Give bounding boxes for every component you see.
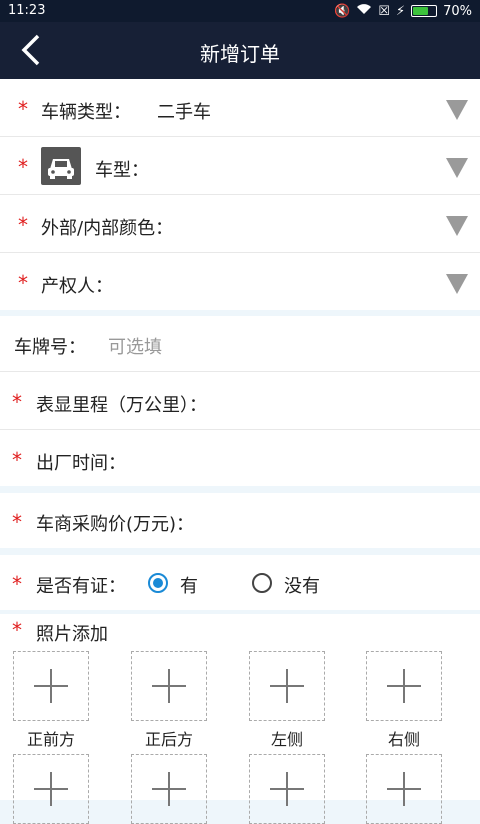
plus-icon — [152, 772, 186, 806]
page-title: 新增订单 — [200, 42, 280, 66]
photo-add-right[interactable] — [366, 651, 442, 721]
car-model-row[interactable]: * 车型： — [0, 137, 480, 195]
status-bar: 11:23 🔇 ☒ ⚡ 70% — [0, 0, 480, 22]
status-icons: 🔇 ☒ ⚡ 70% — [334, 3, 472, 19]
photo-add-slot[interactable] — [13, 754, 89, 824]
dropdown-arrow-icon[interactable] — [446, 158, 468, 178]
photo-caption-right: 右侧 — [387, 730, 420, 749]
color-row[interactable]: * 外部/内部颜色： — [0, 195, 480, 253]
plus-icon — [34, 772, 68, 806]
status-time: 11:23 — [8, 3, 46, 18]
plate-label: 车牌号： — [14, 337, 86, 358]
required-mark: * — [12, 510, 22, 534]
photo-add-slot[interactable] — [366, 754, 442, 824]
navbar: 新增订单 — [0, 22, 480, 79]
photo-add-front[interactable] — [13, 651, 89, 721]
photo-title: 照片添加 — [36, 624, 108, 645]
owner-row[interactable]: * 产权人： — [0, 253, 480, 310]
mileage-label: 表显里程（万公里）： — [36, 395, 207, 416]
plus-icon — [270, 772, 304, 806]
factory-date-row[interactable]: * 出厂时间： — [0, 430, 480, 486]
required-mark: * — [18, 155, 28, 179]
radio-no-label: 没有 — [284, 576, 320, 597]
wifi-icon — [356, 3, 372, 19]
certificate-row: * 是否有证： 有 没有 — [0, 555, 480, 610]
plus-icon — [387, 772, 421, 806]
required-mark: * — [18, 271, 28, 295]
vehicle-type-label: 车辆类型： — [41, 102, 131, 123]
radio-yes-label: 有 — [180, 576, 198, 597]
photo-caption-left: 左侧 — [270, 730, 303, 749]
car-icon — [41, 147, 81, 185]
plus-icon — [34, 669, 68, 703]
required-mark: * — [12, 448, 22, 472]
radio-no[interactable] — [252, 573, 272, 593]
dropdown-arrow-icon[interactable] — [446, 100, 468, 120]
purchase-price-row[interactable]: * 车商采购价(万元)： — [0, 493, 480, 548]
plate-input[interactable]: 可选填 — [108, 333, 162, 359]
plus-icon — [270, 669, 304, 703]
notification-icon: ☒ — [378, 3, 390, 19]
mute-icon: 🔇 — [334, 3, 351, 19]
radio-yes[interactable] — [148, 573, 168, 593]
photo-add-left[interactable] — [249, 651, 325, 721]
dropdown-arrow-icon[interactable] — [446, 216, 468, 236]
required-mark: * — [18, 213, 28, 237]
required-mark: * — [18, 97, 28, 121]
factory-date-label: 出厂时间： — [36, 453, 126, 474]
battery-percent: 70% — [443, 3, 472, 19]
charging-icon: ⚡ — [395, 3, 406, 19]
photo-add-rear[interactable] — [131, 651, 207, 721]
owner-label: 产权人： — [41, 276, 113, 297]
plate-row: 车牌号： 可选填 — [0, 316, 480, 372]
battery-icon — [411, 5, 438, 17]
required-mark: * — [12, 572, 22, 596]
vehicle-type-row[interactable]: * 车辆类型： 二手车 — [0, 79, 480, 137]
car-model-label: 车型： — [95, 160, 149, 181]
plus-icon — [387, 669, 421, 703]
mileage-row[interactable]: * 表显里程（万公里）： — [0, 372, 480, 430]
required-mark: * — [12, 390, 22, 414]
vehicle-type-value: 二手车 — [157, 102, 211, 123]
purchase-price-label: 车商采购价(万元)： — [36, 514, 195, 535]
dropdown-arrow-icon[interactable] — [446, 274, 468, 294]
required-mark: * — [12, 618, 22, 642]
photo-add-slot[interactable] — [131, 754, 207, 824]
photo-add-slot[interactable] — [249, 754, 325, 824]
plus-icon — [152, 669, 186, 703]
color-label: 外部/内部颜色： — [41, 218, 174, 239]
photo-caption-front: 正前方 — [26, 730, 75, 749]
photo-caption-rear: 正后方 — [144, 730, 193, 749]
certificate-label: 是否有证： — [36, 576, 126, 597]
photo-section: * 照片添加 正前方 正后方 左侧 右侧 — [0, 614, 480, 824]
